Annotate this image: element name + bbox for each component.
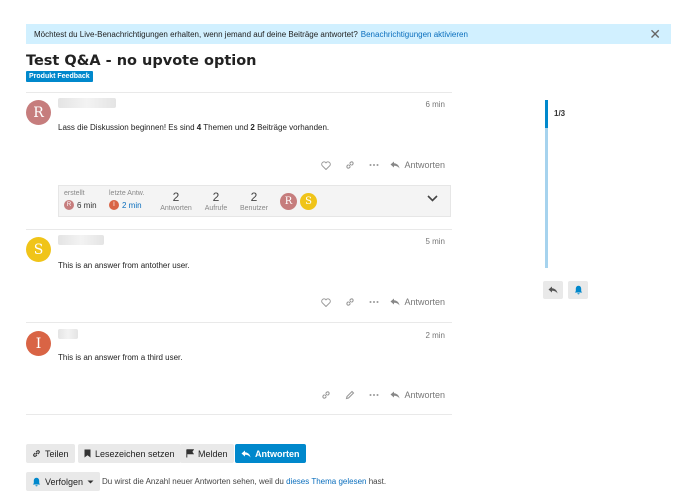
post-actions: Antworten bbox=[314, 294, 445, 310]
more-icon[interactable] bbox=[362, 157, 386, 173]
like-icon[interactable] bbox=[314, 157, 338, 173]
avatar: I bbox=[109, 200, 119, 210]
bookmark-icon bbox=[84, 449, 91, 458]
reply-icon bbox=[241, 450, 251, 457]
flag-icon bbox=[186, 449, 194, 458]
timeline-position: 1/3 bbox=[554, 109, 566, 118]
avatar[interactable]: S bbox=[26, 237, 51, 262]
reply-icon bbox=[548, 286, 558, 294]
avatar[interactable]: S bbox=[300, 193, 317, 210]
like-icon[interactable] bbox=[314, 294, 338, 310]
link-icon[interactable] bbox=[338, 157, 362, 173]
replies-count: 2 Antworten bbox=[160, 190, 192, 212]
avatar: R bbox=[64, 200, 74, 210]
topic-map: erstellt R6 min letzte Antw. I2 min 2 Ant… bbox=[58, 185, 451, 217]
last-reply-info[interactable]: letzte Antw. I2 min bbox=[109, 190, 144, 210]
enable-notifications-link[interactable]: Benachrichtigungen aktivieren bbox=[361, 30, 468, 39]
link-icon[interactable] bbox=[338, 294, 362, 310]
page-title: Test Q&A - no upvote option bbox=[26, 53, 257, 69]
created-info[interactable]: erstellt R6 min bbox=[64, 190, 97, 210]
notification-text: Möchtest du Live-Benachrichtigungen erha… bbox=[34, 29, 358, 39]
post-time[interactable]: 2 min bbox=[425, 331, 445, 340]
reply-button[interactable]: Antworten bbox=[390, 160, 445, 170]
avatar[interactable]: I bbox=[26, 331, 51, 356]
post-text: This is an answer from a third user. bbox=[58, 353, 183, 362]
reply-icon bbox=[390, 298, 400, 306]
post: S 5 min This is an answer from antother … bbox=[26, 229, 452, 317]
caret-down-icon bbox=[87, 480, 94, 483]
username-blurred[interactable] bbox=[58, 235, 104, 245]
reply-button[interactable]: Antworten bbox=[390, 390, 445, 400]
post-text: Lass die Diskussion beginnen! Es sind 4 … bbox=[58, 123, 330, 132]
notification-level-dropdown[interactable]: Verfolgen bbox=[26, 472, 101, 491]
avatar[interactable]: R bbox=[26, 100, 51, 125]
edit-icon[interactable] bbox=[338, 387, 362, 403]
more-icon[interactable] bbox=[362, 294, 386, 310]
more-icon[interactable] bbox=[362, 387, 386, 403]
reply-topic-button[interactable]: Antworten bbox=[235, 444, 306, 463]
notification-banner: Möchtest du Live-Benachrichtigungen erha… bbox=[26, 24, 671, 44]
avatar[interactable]: R bbox=[280, 193, 297, 210]
timeline-handle[interactable] bbox=[545, 100, 548, 128]
divider bbox=[26, 414, 452, 415]
post-actions: Antworten bbox=[314, 157, 445, 173]
post: I 2 min This is an answer from a third u… bbox=[26, 322, 452, 414]
bell-icon bbox=[32, 477, 41, 486]
flag-button[interactable]: Melden bbox=[180, 444, 234, 463]
bell-icon bbox=[574, 285, 582, 295]
reply-icon bbox=[390, 391, 400, 399]
reply-icon bbox=[390, 161, 400, 169]
users-count: 2 Benutzer bbox=[239, 190, 269, 212]
post-time[interactable]: 5 min bbox=[425, 237, 445, 246]
reply-button[interactable]: Antworten bbox=[390, 297, 445, 307]
link-icon[interactable] bbox=[314, 387, 338, 403]
link-icon bbox=[33, 450, 40, 457]
close-icon[interactable]: ✕ bbox=[649, 27, 661, 41]
chevron-down-icon[interactable] bbox=[427, 194, 438, 204]
topic-read-link[interactable]: dieses Thema gelesen bbox=[286, 477, 366, 486]
username-blurred[interactable] bbox=[58, 329, 78, 339]
timeline-scrollbar[interactable] bbox=[545, 100, 548, 268]
post-text: This is an answer from antother user. bbox=[58, 261, 190, 270]
post-actions: Antworten bbox=[314, 387, 445, 403]
share-button[interactable]: Teilen bbox=[26, 444, 75, 463]
username-blurred[interactable] bbox=[58, 98, 116, 108]
timeline-notification-button[interactable] bbox=[568, 281, 588, 299]
notification-reason: Du wirst die Anzahl neuer Antworten sehe… bbox=[102, 477, 387, 486]
views-count: 2 Aufrufe bbox=[204, 190, 228, 212]
timeline-reply-button[interactable] bbox=[543, 281, 563, 299]
category-badge[interactable]: Produkt Feedback bbox=[26, 71, 93, 82]
bookmark-button[interactable]: Lesezeichen setzen bbox=[78, 444, 181, 463]
post-time[interactable]: 6 min bbox=[425, 100, 445, 109]
